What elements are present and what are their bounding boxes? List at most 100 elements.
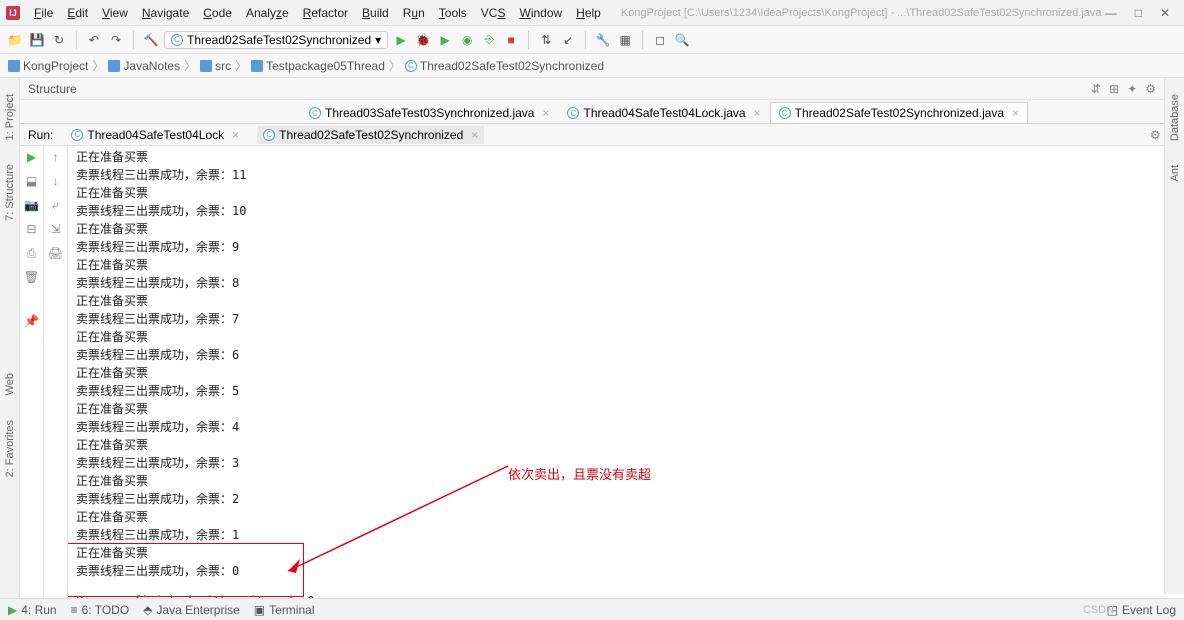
content-area: Structure ⇵ ⊞ ✦ ⚙ — CThread03SafeTest03S… (20, 78, 1184, 618)
close-icon[interactable]: ✕ (1160, 6, 1170, 20)
bottom-bar: ▶4: Run ≡ 6: TODO ⬘ Java Enterprise ▣ Te… (0, 598, 1184, 620)
rail-structure[interactable]: 7: Structure (4, 164, 16, 221)
rail-database[interactable]: Database (1169, 94, 1181, 141)
console-line: 卖票线程三出票成功，余票：8 (76, 274, 1176, 292)
bottom-java-ee[interactable]: ⬘ Java Enterprise (143, 603, 240, 617)
bottom-terminal[interactable]: ▣ Terminal (254, 603, 315, 617)
menu-file[interactable]: File (28, 4, 59, 22)
close-tab-icon[interactable]: × (754, 106, 761, 120)
menu-tools[interactable]: Tools (433, 4, 473, 22)
class-icon: C (263, 129, 275, 141)
close-tab-icon[interactable]: × (1012, 106, 1019, 120)
hammer-icon[interactable]: 🔨 (142, 31, 160, 49)
console-line: 正在准备买票 (76, 220, 1176, 238)
vcs2-icon[interactable]: ↙ (559, 31, 577, 49)
maximize-icon[interactable]: □ (1135, 6, 1142, 20)
rail-favorites[interactable]: 2: Favorites (4, 420, 16, 477)
folder-icon (251, 60, 263, 72)
rail-ant[interactable]: Ant (1169, 165, 1181, 182)
bottom-todo[interactable]: ≡ 6: TODO (71, 603, 130, 617)
breadcrumb-item[interactable]: Testpackage05Thread (251, 59, 385, 73)
back-icon[interactable]: ◻ (651, 31, 669, 49)
run-config-label: Thread02SafeTest02Synchronized (187, 33, 371, 47)
menu-code[interactable]: Code (197, 4, 238, 22)
breadcrumb-item[interactable]: KongProject (8, 59, 88, 73)
menu-help[interactable]: Help (570, 4, 607, 22)
save-icon[interactable]: 💾 (28, 31, 46, 49)
close-tab-icon[interactable]: × (542, 106, 549, 120)
console-line: 正在准备买票 (76, 364, 1176, 382)
menu-refactor[interactable]: Refactor (297, 4, 354, 22)
menu-edit[interactable]: Edit (61, 4, 94, 22)
wrench-icon[interactable]: 🔧 (594, 31, 612, 49)
class-icon: C (405, 60, 417, 72)
annotation-arrow (278, 461, 518, 581)
menu-view[interactable]: View (96, 4, 134, 22)
export-icon[interactable]: ⎙ (25, 246, 39, 260)
structure-icon[interactable]: ▦ (616, 31, 634, 49)
editor-tab[interactable]: CThread02SafeTest02Synchronized.java× (770, 102, 1028, 123)
layout-icon[interactable]: ⊟ (25, 222, 39, 236)
up-icon[interactable]: ↑ (49, 150, 63, 164)
console-line: 卖票线程三出票成功，余票：6 (76, 346, 1176, 364)
run-config-select[interactable]: C Thread02SafeTest02Synchronized ▾ (164, 31, 388, 49)
gear-icon[interactable]: ⚙ (1145, 82, 1156, 96)
menu-window[interactable]: Window (513, 4, 568, 22)
sync-icon[interactable]: ↻ (50, 31, 68, 49)
profile-icon[interactable]: ◉ (458, 31, 476, 49)
editor-tab[interactable]: CThread04SafeTest04Lock.java× (558, 102, 769, 123)
camera-icon[interactable]: 📷 (25, 198, 39, 212)
run-label: Run: (28, 128, 53, 142)
debug-icon[interactable]: 🐞 (414, 31, 432, 49)
folder-icon (8, 60, 20, 72)
console-line: 正在准备买票 (76, 436, 1176, 454)
filter-icon[interactable]: ⇵ (1091, 82, 1101, 96)
collapse-icon[interactable]: ✦ (1127, 82, 1137, 96)
console-line: 正在准备买票 (76, 508, 1176, 526)
rerun-icon[interactable]: ▶ (25, 150, 39, 164)
event-log[interactable]: ◳ Event Log (1107, 603, 1176, 617)
console-line: 卖票线程三出票成功，余票：10 (76, 202, 1176, 220)
scroll-icon[interactable]: ⇲ (49, 222, 63, 236)
console-line: 正在准备买票 (76, 292, 1176, 310)
menu-navigate[interactable]: Navigate (136, 4, 195, 22)
vcs-icon[interactable]: ⇅ (537, 31, 555, 49)
console-line: 正在准备买票 (76, 184, 1176, 202)
minimize-icon[interactable]: — (1105, 6, 1117, 20)
expand-icon[interactable]: ⊞ (1109, 82, 1119, 96)
watermark: CSDN (1083, 604, 1114, 616)
close-tab-icon[interactable]: × (471, 128, 478, 142)
down-icon[interactable]: ↓ (49, 174, 63, 188)
class-icon: C (779, 107, 791, 119)
breadcrumb-item[interactable]: src (200, 59, 231, 73)
console-output[interactable]: 正在准备买票卖票线程三出票成功，余票：11正在准备买票卖票线程三出票成功，余票：… (68, 146, 1184, 618)
search-icon[interactable]: 🔍 (673, 31, 691, 49)
breadcrumb-item[interactable]: CThread02SafeTest02Synchronized (405, 59, 604, 73)
run-tab[interactable]: CThread02SafeTest02Synchronized× (257, 126, 484, 144)
pin-icon[interactable]: 📌 (25, 314, 39, 328)
stop-icon[interactable]: ⬓ (25, 174, 39, 188)
menu-vcs[interactable]: VCS (475, 4, 512, 22)
coverage-icon[interactable]: ▶ (436, 31, 454, 49)
run-tab[interactable]: CThread04SafeTest04Lock× (65, 126, 245, 144)
console-line: 卖票线程三出票成功，余票：2 (76, 490, 1176, 508)
trash-icon[interactable]: 🗑 (25, 270, 39, 284)
redo-icon[interactable]: ↷ (107, 31, 125, 49)
editor-tab[interactable]: CThread03SafeTest03Synchronized.java× (300, 102, 558, 123)
main-menu: File Edit View Navigate Code Analyze Ref… (28, 4, 607, 22)
attach-icon[interactable]: ⎆ (480, 31, 498, 49)
menu-build[interactable]: Build (356, 4, 395, 22)
menu-analyze[interactable]: Analyze (240, 4, 295, 22)
stop-icon[interactable]: ■ (502, 31, 520, 49)
undo-icon[interactable]: ↶ (85, 31, 103, 49)
wrap-icon[interactable]: ⤶ (49, 198, 63, 212)
rail-web[interactable]: Web (4, 373, 16, 395)
breadcrumb-item[interactable]: JavaNotes (108, 59, 180, 73)
bottom-run[interactable]: ▶4: Run (8, 603, 57, 617)
rail-project[interactable]: 1: Project (4, 94, 16, 140)
close-tab-icon[interactable]: × (232, 128, 239, 142)
menu-run[interactable]: Run (397, 4, 431, 22)
open-icon[interactable]: 📁 (6, 31, 24, 49)
run-icon[interactable]: ▶ (392, 31, 410, 49)
print-icon[interactable]: 🖨 (49, 246, 63, 260)
